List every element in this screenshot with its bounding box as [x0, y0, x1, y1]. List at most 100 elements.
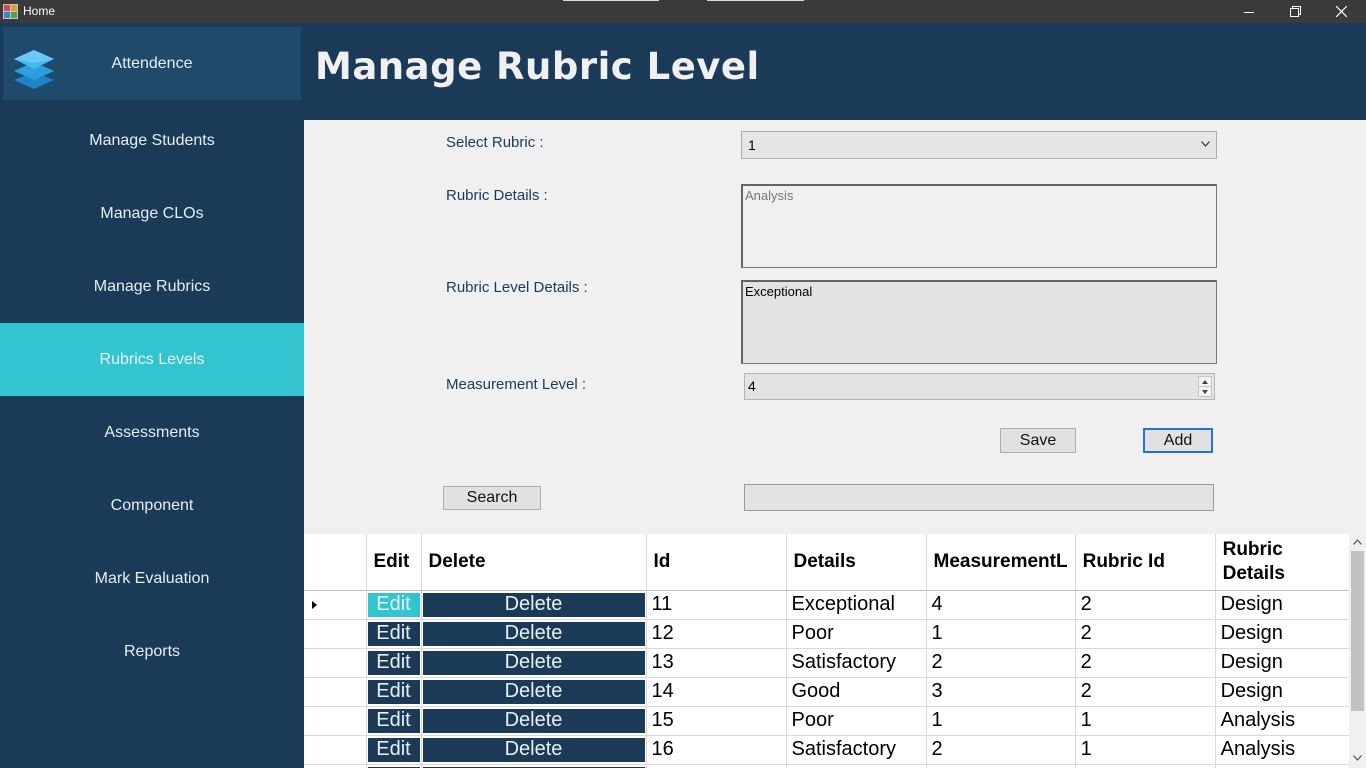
spin-up-button[interactable] — [1199, 377, 1211, 387]
rubric-level-details-field[interactable]: Exceptional — [741, 280, 1217, 364]
rubric-id-cell[interactable]: 2 — [1075, 619, 1216, 649]
details-cell[interactable]: Good — [786, 764, 927, 768]
delete-button[interactable]: Delete — [422, 621, 645, 646]
table-row[interactable]: Edit Delete 13 Satisfactory 2 2 Design — [304, 648, 1358, 678]
measurement-cell[interactable]: 3 — [926, 677, 1076, 707]
sidebar-item-manage-students[interactable]: Manage Students — [0, 104, 304, 177]
rubric-id-cell[interactable]: 1 — [1075, 706, 1216, 736]
details-cell[interactable]: Satisfactory — [786, 648, 927, 678]
row-header[interactable] — [304, 677, 367, 707]
details-cell[interactable]: Poor — [786, 619, 927, 649]
row-header[interactable] — [304, 706, 367, 736]
edit-button[interactable]: Edit — [367, 621, 420, 646]
sidebar-item-rubrics-levels[interactable]: Rubrics Levels — [0, 323, 304, 396]
rubric-id-cell[interactable]: 2 — [1075, 590, 1216, 620]
table-row[interactable]: EditDelete17Good31Analysis — [304, 764, 1358, 768]
edit-button[interactable]: Edit — [367, 708, 420, 733]
spin-down-button[interactable] — [1199, 387, 1211, 397]
title-bar-accent — [563, 0, 659, 1]
table-row[interactable]: Edit Delete 16 Satisfactory 2 1 Analysis — [304, 735, 1358, 765]
id-cell[interactable]: 14 — [646, 677, 787, 707]
sidebar-item-manage-rubrics[interactable]: Manage Rubrics — [0, 250, 304, 323]
sidebar-item-component[interactable]: Component — [0, 469, 304, 542]
search-input[interactable] — [744, 484, 1214, 511]
rubric-id-cell[interactable]: 2 — [1075, 648, 1216, 678]
measurement-cell[interactable]: 2 — [926, 735, 1076, 765]
delete-button[interactable]: Delete — [422, 679, 645, 704]
logo-block[interactable]: Attendence — [3, 27, 301, 100]
edit-button[interactable]: Edit — [367, 737, 420, 762]
column-header-rubric-details[interactable]: Rubric Details — [1215, 534, 1358, 591]
edit-button[interactable]: Edit — [367, 679, 420, 704]
table-row[interactable]: Edit Delete 11 Exceptional 4 2 Design — [304, 590, 1358, 620]
edit-button[interactable]: Edit — [367, 650, 420, 675]
delete-button[interactable]: Delete — [422, 737, 645, 762]
vertical-scrollbar[interactable] — [1349, 534, 1366, 768]
measurement-level-stepper[interactable]: 4 — [744, 373, 1215, 400]
id-cell[interactable]: 16 — [646, 735, 787, 765]
rubric-id-cell[interactable]: 2 — [1075, 677, 1216, 707]
row-header[interactable] — [304, 619, 367, 649]
column-header-delete[interactable]: Delete — [421, 534, 647, 591]
sidebar-item-manage-clos[interactable]: Manage CLOs — [0, 177, 304, 250]
rubric-details-cell[interactable]: Design — [1215, 677, 1358, 707]
rubric-details-cell[interactable]: Design — [1215, 619, 1358, 649]
row-header[interactable] — [304, 735, 367, 765]
row-header[interactable] — [304, 648, 367, 678]
close-button[interactable] — [1318, 0, 1364, 23]
search-button[interactable]: Search — [443, 486, 541, 510]
rubric-details-cell[interactable]: Design — [1215, 590, 1358, 620]
rubric-details-cell[interactable]: Design — [1215, 648, 1358, 678]
minimize-button[interactable] — [1226, 0, 1272, 23]
sidebar-item-mark-evaluation[interactable]: Mark Evaluation — [0, 542, 304, 615]
select-rubric-dropdown[interactable]: 1 — [741, 131, 1217, 159]
rubric-id-cell[interactable]: 1 — [1075, 735, 1216, 765]
id-cell[interactable]: 15 — [646, 706, 787, 736]
column-header-details[interactable]: Details — [786, 534, 927, 591]
rubric-details-field[interactable]: Analysis — [741, 184, 1217, 268]
measurement-cell[interactable]: 4 — [926, 590, 1076, 620]
id-cell[interactable]: 13 — [646, 648, 787, 678]
app-icon — [3, 4, 18, 19]
measurement-cell[interactable]: 1 — [926, 706, 1076, 736]
scroll-down-icon[interactable] — [1353, 755, 1362, 761]
column-header-measurement[interactable]: MeasurementL — [926, 534, 1076, 591]
column-header-rubric-id[interactable]: Rubric Id — [1075, 534, 1216, 591]
delete-button[interactable]: Delete — [422, 708, 645, 733]
scroll-up-icon[interactable] — [1353, 539, 1362, 545]
add-button[interactable]: Add — [1143, 428, 1213, 453]
scrollbar-thumb[interactable] — [1351, 551, 1364, 711]
row-header[interactable] — [304, 590, 367, 620]
delete-cell: Delete — [421, 706, 647, 736]
rubric-details-cell[interactable]: Analysis — [1215, 706, 1358, 736]
id-cell[interactable]: 11 — [646, 590, 787, 620]
delete-cell: Delete — [421, 648, 647, 678]
rubric-details-cell[interactable]: Analysis — [1215, 764, 1358, 768]
column-header-edit[interactable]: Edit — [366, 534, 422, 591]
edit-button[interactable]: Edit — [367, 592, 420, 617]
save-button[interactable]: Save — [1000, 428, 1076, 453]
measurement-cell[interactable]: 3 — [926, 764, 1076, 768]
table-row[interactable]: Edit Delete 15 Poor 1 1 Analysis — [304, 706, 1358, 736]
column-header-id[interactable]: Id — [646, 534, 787, 591]
sidebar-item-reports[interactable]: Reports — [0, 615, 304, 688]
row-header[interactable] — [304, 764, 367, 768]
sidebar-item-label: Manage CLOs — [100, 204, 204, 222]
rubric-id-cell[interactable]: 1 — [1075, 764, 1216, 768]
details-cell[interactable]: Poor — [786, 706, 927, 736]
delete-button[interactable]: Delete — [422, 592, 645, 617]
rubric-levels-grid: Edit Delete Id Details MeasurementL Rubr… — [304, 534, 1366, 768]
table-row[interactable]: Edit Delete 12 Poor 1 2 Design — [304, 619, 1358, 649]
details-cell[interactable]: Satisfactory — [786, 735, 927, 765]
delete-button[interactable]: Delete — [422, 650, 645, 675]
sidebar-item-assessments[interactable]: Assessments — [0, 396, 304, 469]
details-cell[interactable]: Exceptional — [786, 590, 927, 620]
details-cell[interactable]: Good — [786, 677, 927, 707]
table-row[interactable]: Edit Delete 14 Good 3 2 Design — [304, 677, 1358, 707]
measurement-cell[interactable]: 1 — [926, 619, 1076, 649]
id-cell[interactable]: 17 — [646, 764, 787, 768]
id-cell[interactable]: 12 — [646, 619, 787, 649]
measurement-cell[interactable]: 2 — [926, 648, 1076, 678]
restore-button[interactable] — [1272, 0, 1318, 23]
rubric-details-cell[interactable]: Analysis — [1215, 735, 1358, 765]
